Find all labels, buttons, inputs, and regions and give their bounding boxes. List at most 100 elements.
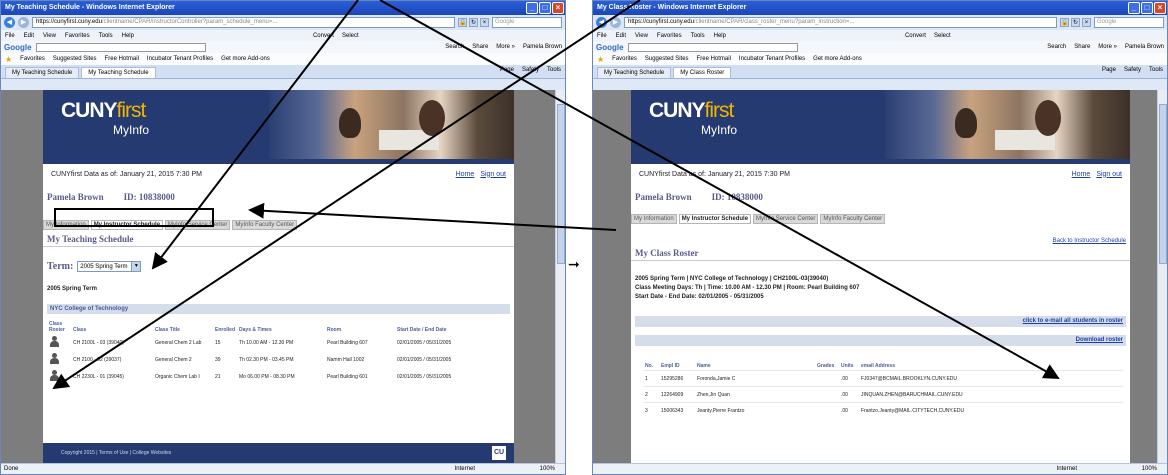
address-bar[interactable]: https://cunyfirst.cuny.edu/clientname/CP… (32, 17, 455, 28)
favorites-button[interactable]: Favorites (20, 56, 45, 62)
google-search-button[interactable]: Search (1047, 44, 1066, 50)
fav-incubator[interactable]: Incubator Tenant Profiles (739, 56, 805, 62)
back-icon[interactable]: ◀ (4, 17, 15, 28)
back-to-schedule-link[interactable]: Back to Instructor Schedule (631, 224, 1130, 244)
page-menu[interactable]: Page (500, 67, 514, 73)
favorites-button[interactable]: Favorites (612, 56, 637, 62)
google-user[interactable]: Pamela Brown (523, 44, 562, 50)
zoom-level[interactable]: 100% (1142, 464, 1157, 474)
stop-icon[interactable]: × (1082, 18, 1091, 27)
convert-button[interactable]: Convert (313, 33, 334, 39)
close-icon[interactable]: × (552, 2, 564, 14)
lock-icon[interactable]: 🔒 (458, 18, 467, 27)
vertical-scrollbar[interactable] (1157, 90, 1167, 463)
safety-menu[interactable]: Safety (522, 67, 539, 73)
chevron-down-icon[interactable]: ▼ (131, 262, 141, 271)
lock-icon[interactable]: 🔒 (1060, 18, 1069, 27)
home-link[interactable]: Home (1072, 171, 1091, 178)
email-link[interactable]: JINQUAN.ZHEN@BARUCHMAIL.CUNY.EDU (859, 386, 1123, 403)
vertical-scrollbar[interactable] (555, 90, 565, 463)
zoom-level[interactable]: 100% (540, 464, 555, 474)
email-link[interactable]: FJ0347@BCMAIL.BROOKLYN.CUNY.EDU (859, 370, 1123, 387)
menu-help[interactable]: Help (714, 33, 726, 39)
fav-free-hotmail[interactable]: Free Hotmail (105, 56, 139, 62)
stop-icon[interactable]: × (480, 18, 489, 27)
menu-tools[interactable]: Tools (691, 33, 705, 39)
address-bar[interactable]: https://cunyfirst.cuny.edu/clientname/CP… (624, 17, 1057, 28)
nav-my-information[interactable]: My Information (631, 214, 677, 224)
fav-incubator[interactable]: Incubator Tenant Profiles (147, 56, 213, 62)
google-share-button[interactable]: Share (1074, 44, 1090, 50)
menu-file[interactable]: File (597, 33, 607, 39)
menu-view[interactable]: View (635, 33, 648, 39)
page-menu[interactable]: Page (1102, 67, 1116, 73)
google-more-button[interactable]: More » (1098, 44, 1117, 50)
window-title-bar[interactable]: My Teaching Schedule - Windows Internet … (1, 1, 565, 15)
menu-file[interactable]: File (5, 33, 15, 39)
home-link[interactable]: Home (456, 171, 475, 178)
search-input[interactable]: Google (492, 17, 562, 28)
search-input[interactable]: Google (1094, 17, 1164, 28)
signout-link[interactable]: Sign out (480, 171, 506, 178)
fav-get-addons[interactable]: Get more Add-ons (221, 56, 270, 62)
browser-tab-1[interactable]: My Teaching Schedule (5, 67, 80, 78)
safety-menu[interactable]: Safety (1124, 67, 1141, 73)
email-all-link[interactable]: click to e-mail all students in roster (635, 316, 1126, 327)
google-more-button[interactable]: More » (496, 44, 515, 50)
download-roster-link[interactable]: Download roster (635, 335, 1126, 346)
minimize-icon[interactable]: _ (526, 2, 538, 14)
cunyfirst-banner: CUNYfirst MyInfo (43, 90, 514, 159)
google-user[interactable]: Pamela Brown (1125, 44, 1164, 50)
browser-tab-2[interactable]: My Class Roster (673, 67, 732, 78)
nav-faculty-center[interactable]: MyInfo Faculty Center (232, 220, 298, 230)
maximize-icon[interactable]: □ (1141, 2, 1153, 14)
browser-tab-2[interactable]: My Teaching Schedule (81, 67, 156, 78)
select-button[interactable]: Select (934, 33, 951, 39)
class-roster-icon[interactable] (49, 336, 60, 347)
page-footer: Copyright 2015 | Terms of Use | College … (43, 443, 514, 463)
favorites-star-icon[interactable]: ★ (597, 55, 604, 64)
nav-service-center[interactable]: MyInfo Service Center (753, 214, 819, 224)
select-button[interactable]: Select (342, 33, 359, 39)
menu-favorites[interactable]: Favorites (65, 33, 90, 39)
menu-favorites[interactable]: Favorites (657, 33, 682, 39)
tools-menu[interactable]: Tools (547, 67, 561, 73)
minimize-icon[interactable]: _ (1128, 2, 1140, 14)
window-title-bar[interactable]: My Class Roster - Windows Internet Explo… (593, 1, 1167, 15)
back-icon[interactable]: ◀ (596, 17, 607, 28)
google-share-button[interactable]: Share (472, 44, 488, 50)
convert-button[interactable]: Convert (905, 33, 926, 39)
menu-help[interactable]: Help (122, 33, 134, 39)
class-info-line: Class Meeting Days: Th | Time: 10.00 AM … (635, 285, 860, 291)
menu-view[interactable]: View (43, 33, 56, 39)
fav-suggested-sites[interactable]: Suggested Sites (53, 56, 97, 62)
google-search-input[interactable] (627, 42, 798, 52)
email-link[interactable]: Frantzo.Jeanty@MAIL.CITYTECH.CUNY.EDU (859, 402, 1123, 419)
nav-my-instructor-schedule[interactable]: My Instructor Schedule (678, 214, 752, 224)
fav-free-hotmail[interactable]: Free Hotmail (697, 56, 731, 62)
browser-tab-1[interactable]: My Teaching Schedule (597, 67, 672, 78)
class-roster-icon[interactable] (49, 353, 60, 364)
menu-edit[interactable]: Edit (24, 33, 34, 39)
refresh-icon[interactable]: ↻ (469, 18, 478, 27)
fav-suggested-sites[interactable]: Suggested Sites (645, 56, 689, 62)
menu-edit[interactable]: Edit (616, 33, 626, 39)
transition-arrow-icon: ➞ (568, 256, 580, 272)
address-row: ◀ ▶ https://cunyfirst.cuny.edu/clientnam… (593, 15, 1167, 30)
table-row: CH 2100L - 03 (39040) General Chem 2 Lab… (47, 334, 510, 351)
menu-tools[interactable]: Tools (99, 33, 113, 39)
favorites-star-icon[interactable]: ★ (5, 55, 12, 64)
forward-icon[interactable]: ▶ (18, 17, 29, 28)
tools-menu[interactable]: Tools (1149, 67, 1163, 73)
term-select[interactable]: 2005 Spring Term ▼ (77, 261, 142, 272)
google-search-input[interactable] (35, 42, 206, 52)
class-roster-icon[interactable] (49, 370, 60, 381)
fav-get-addons[interactable]: Get more Add-ons (813, 56, 862, 62)
refresh-icon[interactable]: ↻ (1071, 18, 1080, 27)
maximize-icon[interactable]: □ (539, 2, 551, 14)
signout-link[interactable]: Sign out (1096, 171, 1122, 178)
nav-faculty-center[interactable]: MyInfo Faculty Center (820, 214, 886, 224)
forward-icon[interactable]: ▶ (610, 17, 621, 28)
close-icon[interactable]: × (1154, 2, 1166, 14)
google-search-button[interactable]: Search (445, 44, 464, 50)
